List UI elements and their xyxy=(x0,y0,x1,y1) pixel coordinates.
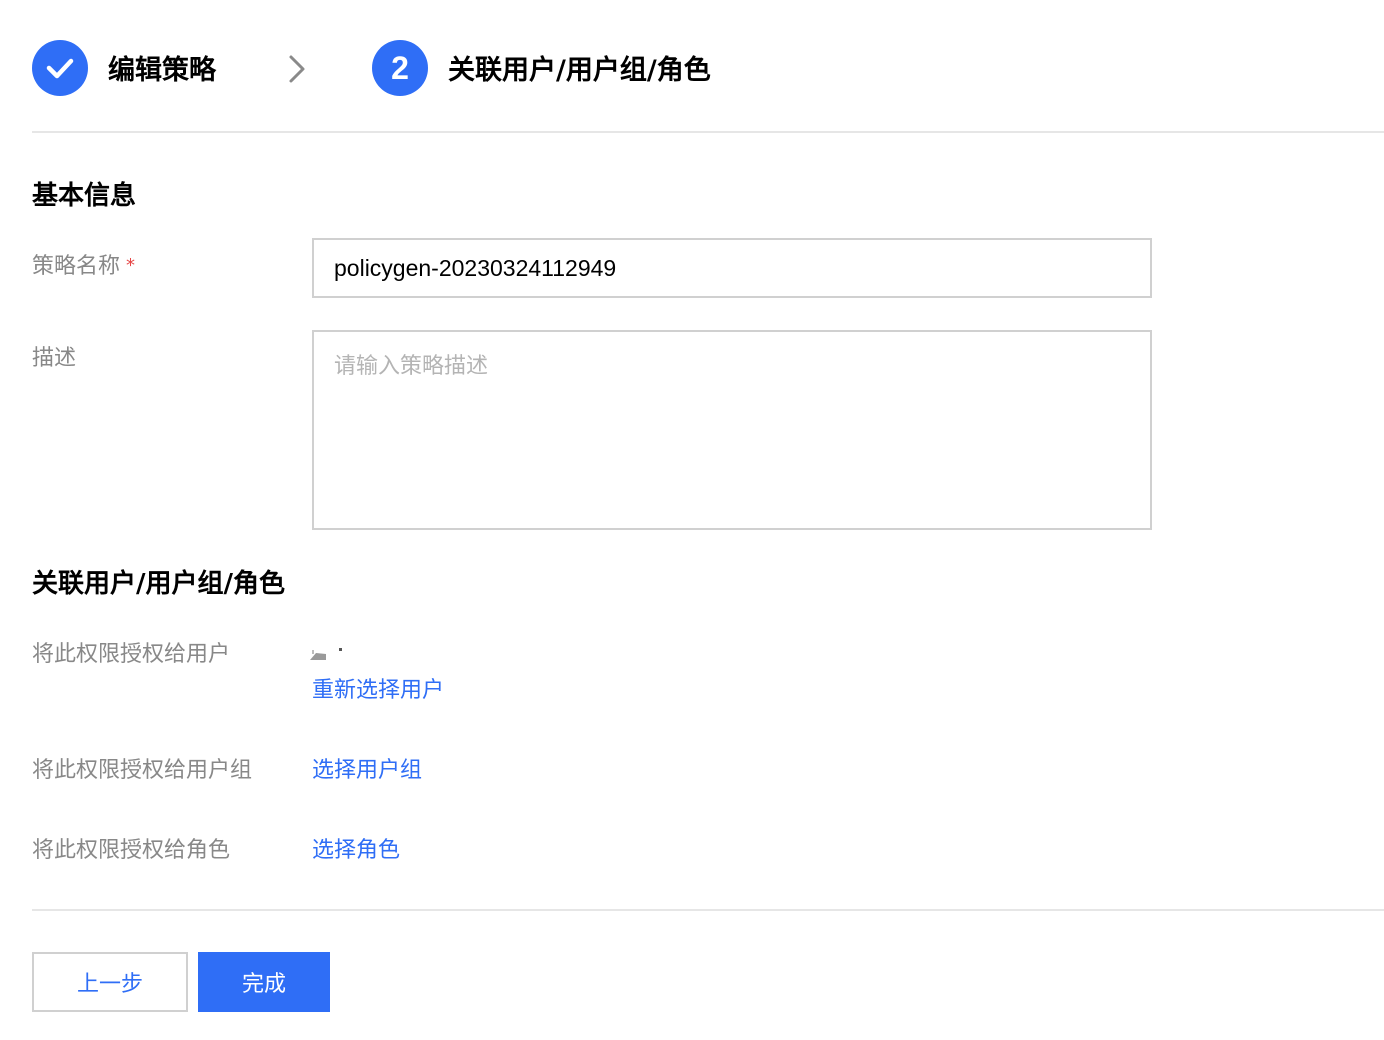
step-1-label: 编辑策略 xyxy=(108,55,216,86)
step-2-number: 2 xyxy=(391,50,409,86)
user-group-label: 将此权限授权给用户组 xyxy=(32,758,253,783)
select-user-group-link[interactable]: 选择用户组 xyxy=(312,760,422,782)
chevron-right-icon xyxy=(289,55,305,83)
previous-step-button[interactable]: 上一步 xyxy=(32,952,188,1012)
user-label: 将此权限授权给用户 xyxy=(32,642,231,667)
policy-name-label: 策略名称 * xyxy=(32,256,135,278)
check-icon xyxy=(46,58,74,79)
select-role-link[interactable]: 选择角色 xyxy=(312,840,400,862)
policy-name-label-text: 策略名称 xyxy=(32,254,121,279)
description-textarea[interactable] xyxy=(312,330,1152,530)
step-2-label: 关联用户/用户组/角色 xyxy=(448,55,711,86)
header-divider xyxy=(32,131,1384,133)
reselect-user-link[interactable]: 重新选择用户 xyxy=(312,680,444,702)
finish-button[interactable]: 完成 xyxy=(198,952,330,1012)
step-2-circle: 2 xyxy=(372,40,428,96)
basic-info-title: 基本信息 xyxy=(32,181,137,211)
description-label: 描述 xyxy=(32,346,77,371)
policy-name-input[interactable] xyxy=(312,238,1152,298)
required-mark: * xyxy=(126,255,136,276)
step-done-circle xyxy=(32,40,88,96)
redacted-user-mark xyxy=(310,648,342,660)
footer-divider xyxy=(32,909,1384,911)
role-label: 将此权限授权给角色 xyxy=(32,838,231,863)
association-title: 关联用户/用户组/角色 xyxy=(32,569,285,599)
